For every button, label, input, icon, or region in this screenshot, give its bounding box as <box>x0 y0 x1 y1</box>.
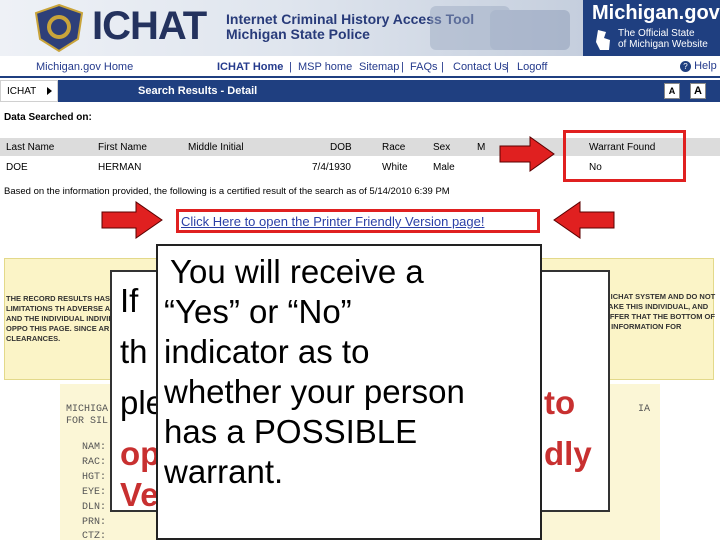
help-icon: ? <box>680 61 691 72</box>
warrant-highlight-box <box>563 130 686 182</box>
nav-michigan-home[interactable]: Michigan.gov Home <box>36 61 133 73</box>
record-field: HGT: <box>82 472 107 483</box>
record-field: DLN: <box>82 502 107 513</box>
callout-line2: “Yes” or “No” <box>164 293 352 330</box>
back-callout-word: th <box>120 333 148 370</box>
help-label: Help <box>694 60 717 72</box>
nav-logoff[interactable]: Logoff <box>517 61 547 73</box>
printer-link-highlight-box <box>176 209 540 233</box>
record-line1-right: IA <box>638 404 651 415</box>
col-dob: DOB <box>330 142 352 153</box>
back-callout-word: op <box>120 435 161 472</box>
nav-sep: | <box>506 61 509 73</box>
nav-sep: | <box>401 61 404 73</box>
callout-line3: indicator as to <box>164 333 370 370</box>
cell-first-name: HERMAN <box>98 162 142 173</box>
nav-ichat-home[interactable]: ICHAT Home <box>217 61 283 73</box>
col-first-name: First Name <box>98 142 147 153</box>
nav-faqs[interactable]: FAQs <box>410 61 438 73</box>
site-sub1: The Official State <box>618 28 695 39</box>
back-callout-word: If <box>120 282 139 319</box>
nav-sep: | <box>441 61 444 73</box>
cell-race: White <box>382 162 408 173</box>
right-arrow-icon <box>499 136 555 172</box>
callout-line1: You will receive a <box>170 253 424 290</box>
nav-sep: | <box>289 61 292 73</box>
callout-line5: has a POSSIBLE <box>164 413 418 450</box>
nav-contact[interactable]: Contact Us <box>453 61 507 73</box>
record-field: NAM: <box>82 442 107 453</box>
nav-sitemap[interactable]: Sitemap <box>359 61 399 73</box>
breadcrumb-arrow-icon <box>47 87 52 95</box>
msp-badge-icon <box>34 3 84 53</box>
back-callout-word: to <box>544 384 576 421</box>
michigan-state-icon <box>596 30 610 50</box>
record-field: RAC: <box>82 457 107 468</box>
cell-sex: Male <box>433 162 455 173</box>
site-sub2: of Michigan Website <box>618 39 708 50</box>
record-line2: FOR SIL <box>66 416 109 427</box>
michigan-gov-title[interactable]: Michigan.gov <box>592 2 720 25</box>
record-field: PRN: <box>82 517 107 528</box>
page-title: Search Results - Detail <box>138 85 258 97</box>
col-race: Race <box>382 142 406 153</box>
cell-dob: 7/4/1930 <box>312 162 351 173</box>
callout-line6: warrant. <box>164 453 284 490</box>
data-searched-heading: Data Searched on: <box>4 112 92 123</box>
callout-text: You will receive a “Yes” or “No” indicat… <box>164 252 536 492</box>
col-middle-initial: Middle Initial <box>188 142 244 153</box>
record-line1: MICHIGA <box>66 404 109 415</box>
callout-line4: whether your person <box>164 373 465 410</box>
michigan-gov-subtitle: The Official State of Michigan Website <box>618 28 708 50</box>
right-arrow-icon <box>101 201 163 239</box>
back-callout-word: Ve <box>120 476 159 513</box>
cell-last-name: DOE <box>6 162 28 173</box>
nav-msp-home[interactable]: MSP home <box>298 61 352 73</box>
header-decoration <box>430 6 570 50</box>
ichat-logo: ICHAT <box>92 4 207 48</box>
font-large-button[interactable]: A <box>690 83 706 99</box>
col-m: M <box>477 142 486 153</box>
col-sex: Sex <box>433 142 451 153</box>
col-last-name: Last Name <box>6 142 55 153</box>
disclaimer-right-text: F ICHAT SYSTEM AND DO NOT TAKE THIS INDI… <box>604 292 716 331</box>
breadcrumb-label: ICHAT <box>7 86 37 97</box>
certified-statement: Based on the information provided, the f… <box>4 186 450 197</box>
left-arrow-icon <box>553 201 615 239</box>
record-field: EYE: <box>82 487 107 498</box>
help-link[interactable]: ? Help <box>680 60 717 72</box>
back-callout-word: dly <box>544 435 592 472</box>
font-small-button[interactable]: A <box>664 83 680 99</box>
record-field: CTZ: <box>82 531 107 540</box>
